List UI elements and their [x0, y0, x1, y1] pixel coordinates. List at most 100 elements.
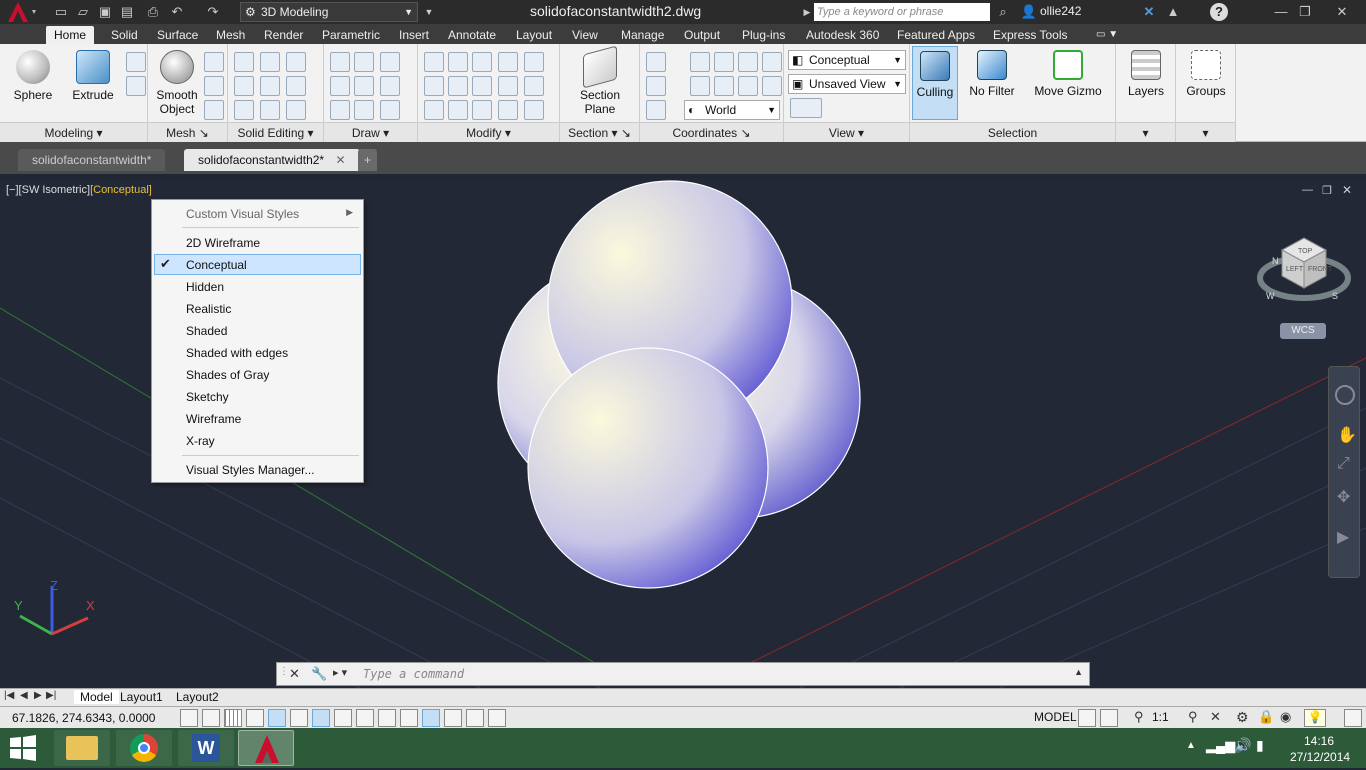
gizmo-icon[interactable]	[488, 709, 506, 727]
model-space-label[interactable]: MODEL	[1034, 710, 1077, 724]
file-explorer-icon[interactable]	[54, 730, 110, 766]
style-shaded-with-edges[interactable]: Shaded with edges	[186, 346, 288, 360]
union-icon[interactable]	[234, 52, 254, 72]
tab-autodesk-360[interactable]: Autodesk 360	[806, 26, 879, 44]
workspace-switching-icon[interactable]: ⚙	[1236, 709, 1249, 726]
named-view-dropdown[interactable]: ▣ Unsaved View ▼	[788, 74, 906, 94]
pan-icon[interactable]: ✋	[1337, 425, 1357, 445]
groups-button[interactable]: Groups	[1182, 50, 1230, 98]
redo-icon[interactable]: ↷	[204, 3, 222, 21]
groups-expand-icon[interactable]: ▾	[1176, 122, 1235, 142]
copy-icon[interactable]	[448, 52, 468, 72]
tab-annotate[interactable]: Annotate	[448, 26, 496, 44]
showmotion-icon[interactable]: ▶	[1337, 527, 1349, 547]
extract-edges-icon[interactable]	[286, 52, 306, 72]
battery-icon[interactable]: ▮	[1256, 737, 1264, 754]
presspull-icon[interactable]	[126, 52, 146, 72]
chrome-icon[interactable]	[116, 730, 172, 766]
mesh-refine-icon[interactable]	[204, 100, 224, 120]
new-tab-button[interactable]: +	[358, 149, 378, 171]
style-shaded[interactable]: Shaded	[186, 324, 227, 338]
polyline-icon[interactable]	[330, 52, 350, 72]
fillet-edge-icon[interactable]	[424, 52, 444, 72]
rectangle-icon[interactable]	[354, 100, 374, 120]
tab-surface[interactable]: Surface	[157, 26, 198, 44]
tab-output[interactable]: Output	[684, 26, 720, 44]
transparency-icon[interactable]	[422, 709, 440, 727]
tab-parametric[interactable]: Parametric	[322, 26, 380, 44]
panel-title-mesh[interactable]: Mesh ↘	[148, 122, 227, 142]
style-conceptual[interactable]: Conceptual	[186, 258, 247, 272]
command-input[interactable]: Type a command	[363, 667, 1063, 681]
doc-tab-solidofaconstantwidth[interactable]: solidofaconstantwidth*	[18, 149, 166, 171]
mirror-icon[interactable]	[424, 76, 444, 96]
style-shades-of-gray[interactable]: Shades of Gray	[186, 368, 269, 382]
offset-icon[interactable]	[498, 76, 518, 96]
sphere-button[interactable]: Sphere	[6, 50, 60, 102]
ucs-z-icon[interactable]	[762, 52, 782, 72]
command-close-icon[interactable]: ✕	[289, 666, 300, 682]
windows-start-icon[interactable]	[8, 734, 38, 762]
viewport-config-icon[interactable]	[790, 98, 822, 118]
layout-tab-layout2[interactable]: Layout2	[176, 690, 219, 704]
command-customize-icon[interactable]: 🔧	[311, 666, 327, 682]
polygon-icon[interactable]	[330, 100, 350, 120]
polar-tracking-icon[interactable]	[268, 709, 286, 727]
object-snap-icon[interactable]	[290, 709, 308, 727]
layout-tab-layout1[interactable]: Layout1	[120, 690, 163, 704]
tab-manage[interactable]: Manage	[621, 26, 664, 44]
ucs-dropdown[interactable]: ◐ World ▼	[684, 100, 780, 120]
fillet-icon[interactable]	[524, 76, 544, 96]
layout-nav-next-icon[interactable]: ▶	[34, 690, 42, 701]
autodesk-360-icon[interactable]: ▲	[1164, 3, 1182, 21]
erase-icon[interactable]	[524, 52, 544, 72]
viewcube-top-label[interactable]: TOP	[1298, 248, 1313, 255]
visual-style-dropdown[interactable]: ◧ Conceptual ▼	[788, 50, 906, 70]
viewcube[interactable]	[1257, 237, 1351, 301]
style-2d-wireframe[interactable]: 2D Wireframe	[186, 236, 260, 250]
slice-icon[interactable]	[260, 52, 280, 72]
ortho-mode-icon[interactable]	[246, 709, 264, 727]
save-as-icon[interactable]: ▤	[118, 3, 136, 21]
help-icon[interactable]: ?	[1210, 3, 1228, 21]
autocad-taskbar-icon[interactable]	[238, 730, 294, 766]
panel-title-modeling[interactable]: Modeling ▾	[0, 122, 147, 142]
close-icon[interactable]: ✕	[1322, 3, 1362, 21]
word-icon[interactable]: W	[178, 730, 234, 766]
search-icon[interactable]: ⌕	[994, 3, 1012, 21]
ucs-view-icon[interactable]	[714, 76, 734, 96]
tab-home[interactable]: Home	[46, 26, 95, 44]
style-sketchy[interactable]: Sketchy	[186, 390, 229, 404]
visual-styles-manager-item[interactable]: Visual Styles Manager...	[186, 463, 315, 477]
spline-icon[interactable]	[330, 76, 350, 96]
auto-scale-icon[interactable]: ✕	[1210, 709, 1221, 725]
separate-icon[interactable]	[286, 100, 306, 120]
application-menu-button[interactable]	[2, 0, 40, 24]
ucs-object-icon[interactable]	[738, 76, 758, 96]
command-history-icon[interactable]: ▲	[1074, 667, 1083, 677]
quick-access-menu-icon[interactable]: ▼	[420, 3, 438, 21]
workspace-dropdown[interactable]: ⚙ 3D Modeling ▼	[240, 2, 418, 22]
subtract-icon[interactable]	[234, 76, 254, 96]
steering-wheel-icon[interactable]	[1335, 385, 1355, 405]
annotation-scale-value[interactable]: 1:1	[1152, 710, 1169, 724]
panel-title-modify[interactable]: Modify ▾	[418, 122, 559, 142]
style-hidden[interactable]: Hidden	[186, 280, 224, 294]
style-realistic[interactable]: Realistic	[186, 302, 231, 316]
hardware-acceleration-icon[interactable]: ◉	[1280, 709, 1291, 725]
wcs-dropdown[interactable]: WCS	[1280, 323, 1326, 339]
ucs-world-icon[interactable]	[690, 52, 710, 72]
intersect-icon[interactable]	[234, 100, 254, 120]
custom-visual-styles-item[interactable]: Custom Visual Styles	[186, 207, 299, 221]
lock-ui-icon[interactable]: 🔒	[1258, 709, 1274, 725]
panel-title-section[interactable]: Section ▾ ↘	[560, 122, 639, 142]
plot-icon[interactable]: ⎙	[144, 3, 162, 21]
no-filter-button[interactable]: No Filter	[964, 50, 1020, 98]
tab-plug-ins[interactable]: Plug-ins	[742, 26, 785, 44]
quick-view-drawings-icon[interactable]	[1100, 709, 1118, 727]
object-snap-tracking-icon[interactable]	[334, 709, 352, 727]
ucs-origin-icon[interactable]	[646, 76, 666, 96]
layout-nav-last-icon[interactable]: ▶|	[46, 690, 56, 701]
layers-button[interactable]: Layers	[1122, 50, 1170, 98]
save-icon[interactable]: ▣	[96, 3, 114, 21]
